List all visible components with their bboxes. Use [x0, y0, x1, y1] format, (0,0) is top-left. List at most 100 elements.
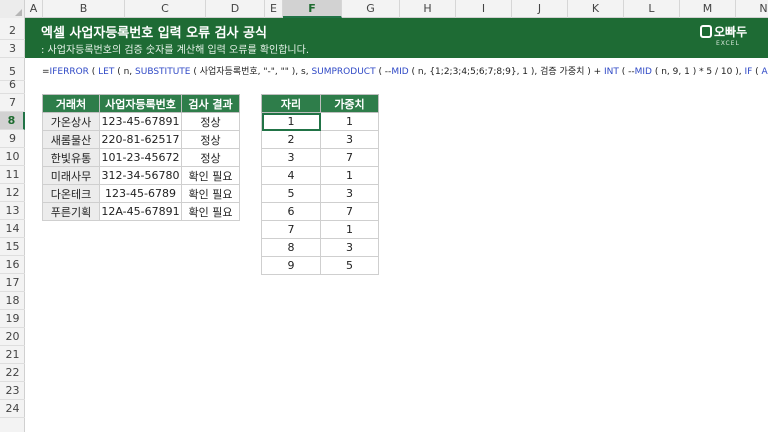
- row-header-10[interactable]: 10: [0, 148, 25, 166]
- cell-check-result[interactable]: 정상: [181, 148, 240, 167]
- column-header-i[interactable]: I: [456, 0, 512, 18]
- column-header-g[interactable]: G: [342, 0, 400, 18]
- cell-weight[interactable]: 1: [320, 166, 379, 185]
- column-header-l[interactable]: L: [624, 0, 680, 18]
- brand-logo: 오빠두 EXCEL: [700, 23, 756, 53]
- title-banner: 엑셀 사업자등록번호 입력 오류 검사 공식 : 사업자등록번호의 검증 숫자를…: [25, 18, 768, 58]
- formula-text[interactable]: =IFERROR ( LET ( n, SUBSTITUTE ( 사업자등록번호…: [42, 64, 768, 80]
- column-header-a[interactable]: A: [25, 0, 43, 18]
- cell-business-number[interactable]: 220-81-62517: [99, 130, 182, 149]
- cell-weight[interactable]: 7: [320, 202, 379, 221]
- table-row: 37: [261, 148, 379, 167]
- header-position[interactable]: 자리: [261, 94, 321, 113]
- cell-business-number[interactable]: 123-45-6789: [99, 184, 182, 203]
- column-header-h[interactable]: H: [400, 0, 456, 18]
- cell-position[interactable]: 5: [261, 184, 321, 203]
- cell-position[interactable]: 3: [261, 148, 321, 167]
- row-header-20[interactable]: 20: [0, 328, 25, 346]
- row-header-14[interactable]: 14: [0, 220, 25, 238]
- column-header-c[interactable]: C: [125, 0, 206, 18]
- row-header-9[interactable]: 9: [0, 130, 25, 148]
- cell-weight[interactable]: 1: [320, 112, 379, 131]
- cell-check-result[interactable]: 정상: [181, 112, 240, 131]
- cell-weight[interactable]: 7: [320, 148, 379, 167]
- cell-weight[interactable]: 3: [320, 238, 379, 257]
- row-header-21[interactable]: 21: [0, 346, 25, 364]
- column-header-b[interactable]: B: [43, 0, 125, 18]
- cell-client[interactable]: 한빛유통: [42, 148, 100, 167]
- table-row: 푸른기획 12A-45-67891 확인 필요: [42, 202, 240, 221]
- page-title: 엑셀 사업자등록번호 입력 오류 검사 공식: [41, 26, 267, 41]
- formula-function: INT: [604, 67, 619, 77]
- row-header-6[interactable]: 6: [0, 76, 25, 94]
- row-header-18[interactable]: 18: [0, 292, 25, 310]
- column-header-d[interactable]: D: [206, 0, 265, 18]
- table-row: 23: [261, 130, 379, 149]
- formula-function: SUMPRODUCT: [311, 67, 376, 77]
- row-header-2[interactable]: 2: [0, 22, 25, 40]
- cell-client[interactable]: 푸른기획: [42, 202, 100, 221]
- cell-check-result[interactable]: 확인 필요: [181, 166, 240, 185]
- cell-check-result[interactable]: 정상: [181, 130, 240, 149]
- cell-client[interactable]: 가온상사: [42, 112, 100, 131]
- cell-position[interactable]: 1: [261, 112, 321, 131]
- table-row: 11: [261, 112, 379, 131]
- row-header-19[interactable]: 19: [0, 310, 25, 328]
- cell-position[interactable]: 4: [261, 166, 321, 185]
- page-subtitle: : 사업자등록번호의 검증 숫자를 계산해 입력 오류를 확인합니다.: [41, 45, 309, 56]
- row-header-3[interactable]: 3: [0, 40, 25, 58]
- cell-business-number[interactable]: 101-23-45672: [99, 148, 182, 167]
- formula-function: MID: [634, 67, 652, 77]
- cell-position[interactable]: 6: [261, 202, 321, 221]
- row-header-8[interactable]: 8: [0, 112, 25, 130]
- column-header-k[interactable]: K: [568, 0, 624, 18]
- cell-check-result[interactable]: 확인 필요: [181, 184, 240, 203]
- row-header-13[interactable]: 13: [0, 202, 25, 220]
- cell-client[interactable]: 미래사무: [42, 166, 100, 185]
- cell-business-number[interactable]: 12A-45-67891: [99, 202, 182, 221]
- formula-token: ( n, 9, 1 ) * 5 / 10 ),: [652, 67, 745, 77]
- cell-business-number[interactable]: 312-34-56780: [99, 166, 182, 185]
- cell-position[interactable]: 8: [261, 238, 321, 257]
- formula-function: SUBSTITUTE: [135, 67, 191, 77]
- column-header-j[interactable]: J: [512, 0, 568, 18]
- cell-weight[interactable]: 3: [320, 130, 379, 149]
- cell-client[interactable]: 새롬물산: [42, 130, 100, 149]
- logo-text: 오빠두: [714, 25, 748, 39]
- cell-weight[interactable]: 5: [320, 256, 379, 275]
- header-check-result[interactable]: 검사 결과: [181, 94, 240, 113]
- row-header-16[interactable]: 16: [0, 256, 25, 274]
- cell-position[interactable]: 2: [261, 130, 321, 149]
- business-number-table: 거래처 사업자등록번호 검사 결과 가온상사 123-45-67891 정상 새롬물산…: [42, 94, 240, 221]
- cell-position[interactable]: 7: [261, 220, 321, 239]
- cell-position[interactable]: 9: [261, 256, 321, 275]
- formula-function: AND: [761, 67, 768, 77]
- row-header-15[interactable]: 15: [0, 238, 25, 256]
- header-client[interactable]: 거래처: [42, 94, 100, 113]
- cell-business-number[interactable]: 123-45-67891: [99, 112, 182, 131]
- column-header-f[interactable]: F: [283, 0, 342, 18]
- column-header-n[interactable]: N: [736, 0, 768, 18]
- cell-check-result[interactable]: 확인 필요: [181, 202, 240, 221]
- row-header-24[interactable]: 24: [0, 400, 25, 418]
- cell-client[interactable]: 다온테크: [42, 184, 100, 203]
- table-row: 67: [261, 202, 379, 221]
- header-weight[interactable]: 가중치: [320, 94, 379, 113]
- row-header-22[interactable]: 22: [0, 364, 25, 382]
- header-business-number[interactable]: 사업자등록번호: [99, 94, 182, 113]
- row-header-23[interactable]: 23: [0, 382, 25, 400]
- column-header-e[interactable]: E: [265, 0, 283, 18]
- formula-token: ( --: [375, 67, 392, 77]
- row-header-7[interactable]: 7: [0, 94, 25, 112]
- formula-token: ( 사업자등록번호, "-", "" ), s,: [190, 67, 312, 77]
- row-header-11[interactable]: 11: [0, 166, 25, 184]
- cell-weight[interactable]: 1: [320, 220, 379, 239]
- row-header-17[interactable]: 17: [0, 274, 25, 292]
- table-row: 다온테크 123-45-6789 확인 필요: [42, 184, 240, 203]
- select-all-corner[interactable]: [0, 0, 25, 18]
- table-row: 미래사무 312-34-56780 확인 필요: [42, 166, 240, 185]
- table-row: 71: [261, 220, 379, 239]
- cell-weight[interactable]: 3: [320, 184, 379, 203]
- row-header-12[interactable]: 12: [0, 184, 25, 202]
- column-header-m[interactable]: M: [680, 0, 736, 18]
